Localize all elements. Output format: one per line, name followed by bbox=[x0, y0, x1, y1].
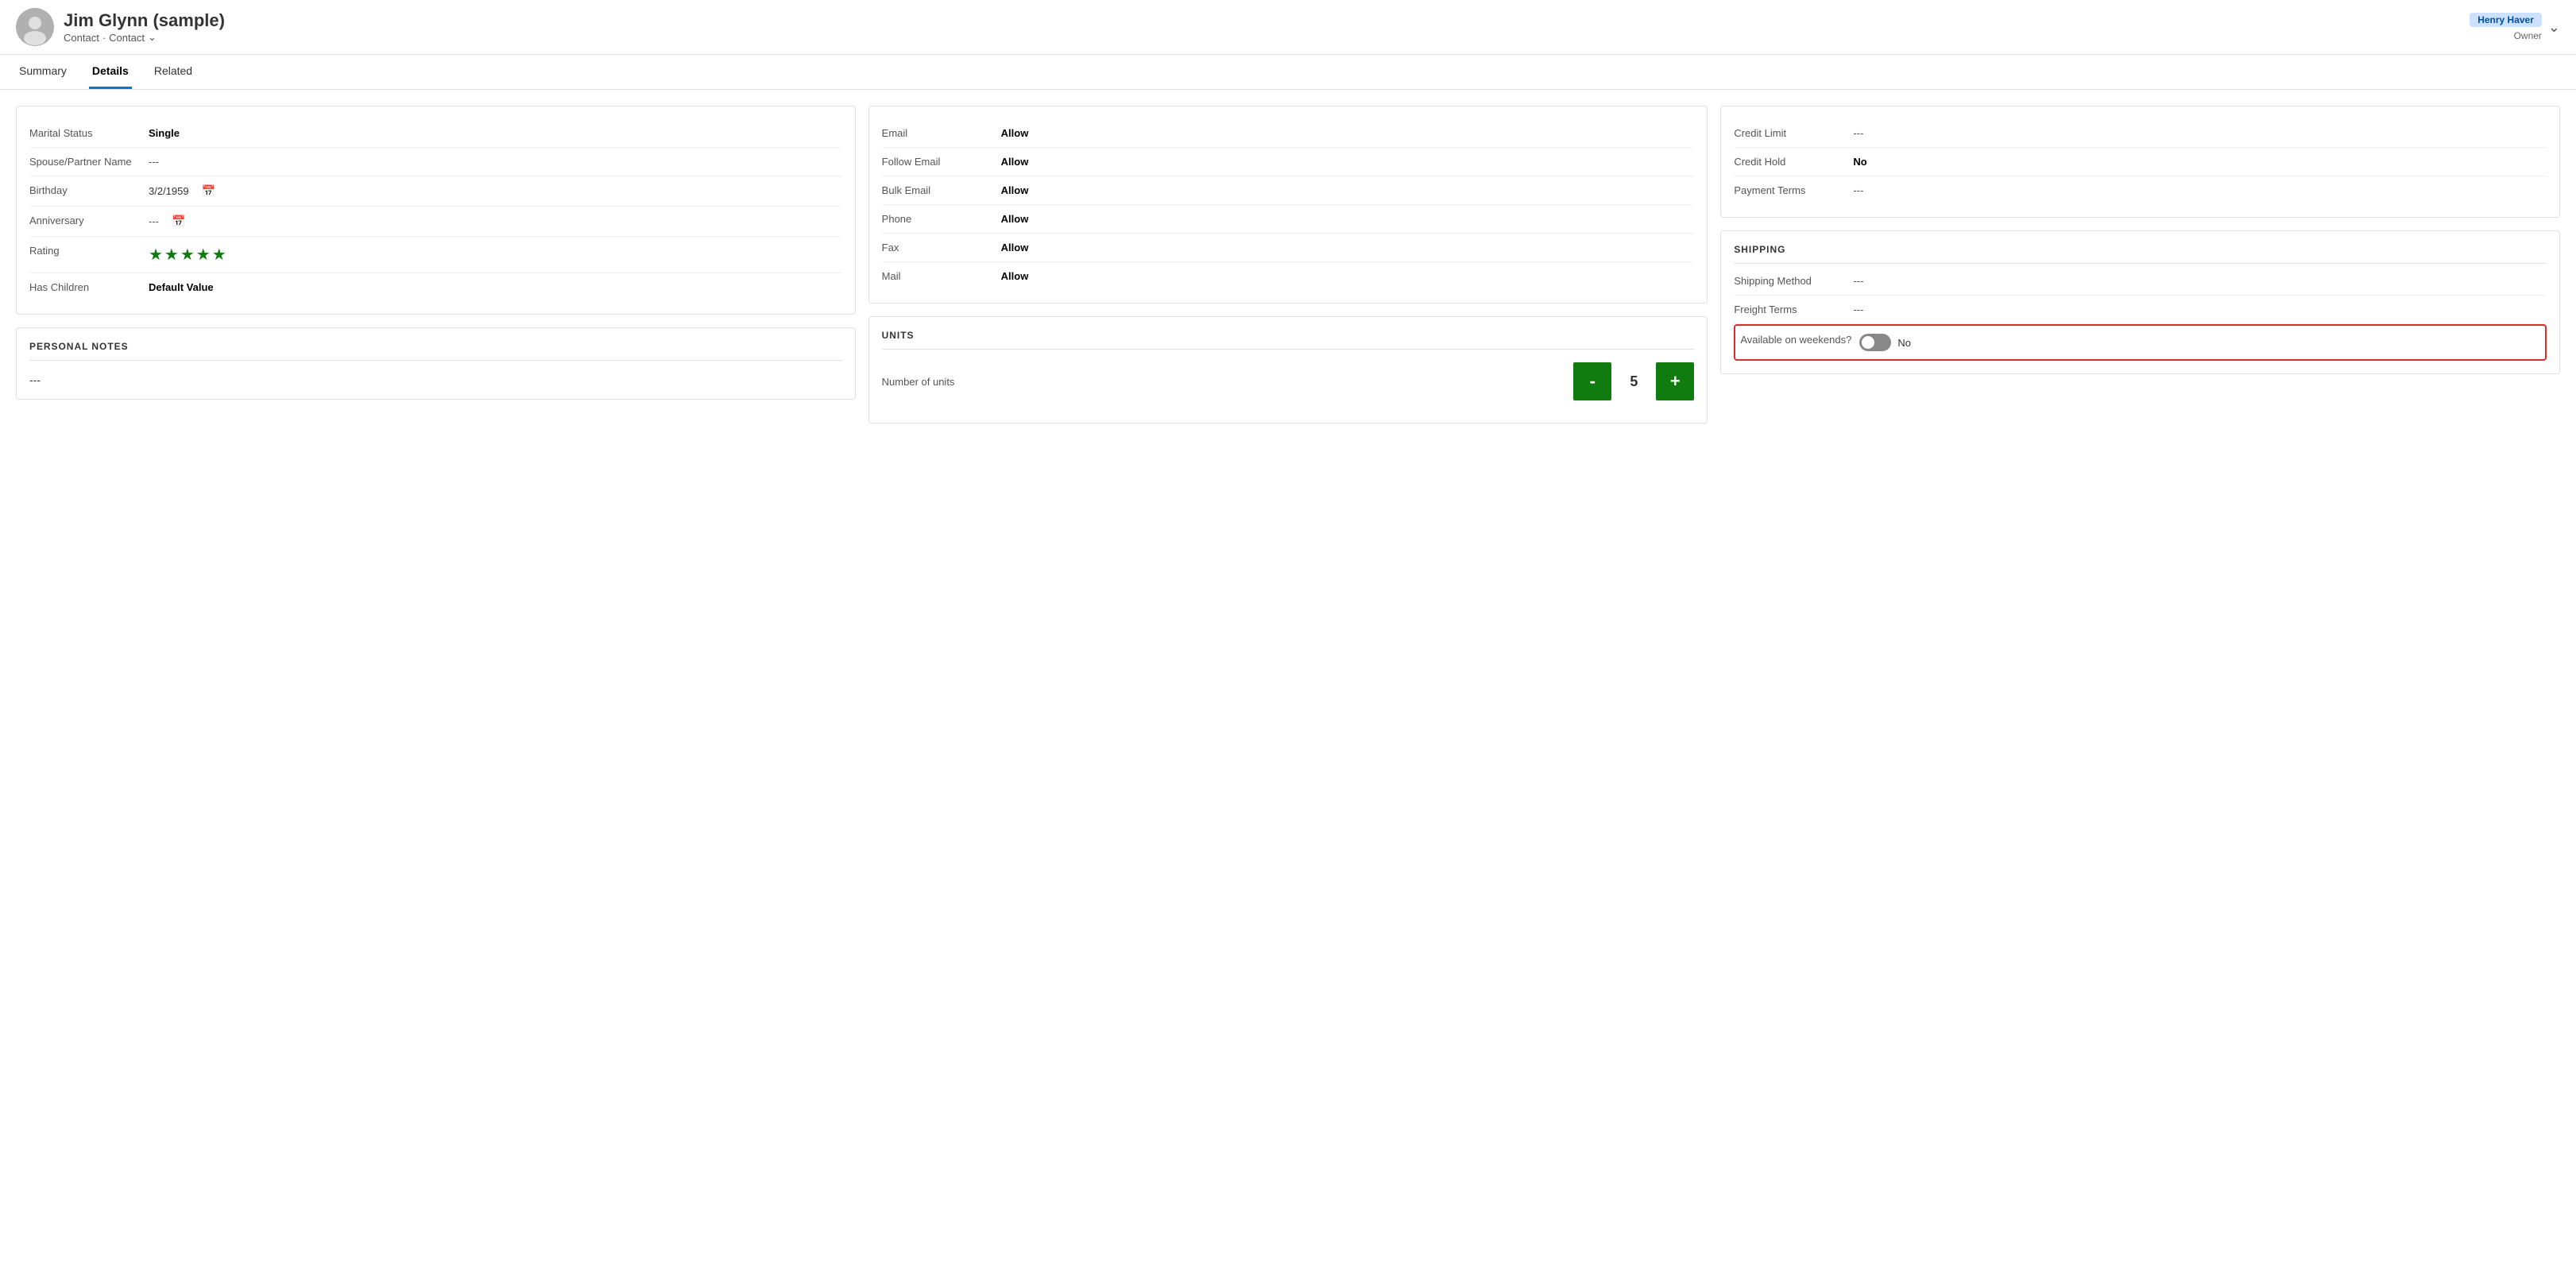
personal-notes-title: PERSONAL NOTES bbox=[29, 341, 842, 361]
email-label: Email bbox=[882, 127, 1001, 139]
email-value: Allow bbox=[1001, 127, 1695, 139]
tab-related[interactable]: Related bbox=[151, 55, 195, 89]
birthday-calendar-icon[interactable]: 📅 bbox=[202, 184, 215, 198]
marital-status-value: Single bbox=[149, 127, 842, 139]
bulk-email-label: Bulk Email bbox=[882, 184, 1001, 196]
rating-stars: ★★★★★ bbox=[149, 245, 842, 265]
increment-button[interactable]: + bbox=[1656, 362, 1694, 400]
anniversary-value: --- 📅 bbox=[149, 215, 842, 228]
field-anniversary: Anniversary --- 📅 bbox=[29, 207, 842, 237]
shipping-method-label: Shipping Method bbox=[1734, 275, 1853, 287]
field-available-weekends: Available on weekends? No bbox=[1734, 324, 2547, 361]
owner-label: Owner bbox=[2514, 30, 2542, 41]
units-title: Units bbox=[882, 330, 1695, 350]
field-marital-status: Marital Status Single bbox=[29, 119, 842, 148]
field-follow-email: Follow Email Allow bbox=[882, 148, 1695, 176]
field-bulk-email: Bulk Email Allow bbox=[882, 176, 1695, 205]
follow-email-label: Follow Email bbox=[882, 156, 1001, 168]
available-weekends-value: No bbox=[1859, 334, 2540, 351]
marital-status-label: Marital Status bbox=[29, 127, 149, 139]
field-mail: Mail Allow bbox=[882, 262, 1695, 290]
contact-type-2[interactable]: Contact bbox=[109, 32, 145, 44]
billing-card: Credit Limit --- Credit Hold No Payment … bbox=[1720, 106, 2560, 218]
payment-terms-value: --- bbox=[1853, 184, 2547, 196]
credit-limit-value: --- bbox=[1853, 127, 2547, 139]
follow-email-value: Allow bbox=[1001, 156, 1695, 168]
type-chevron-icon[interactable]: ⌄ bbox=[148, 31, 157, 44]
field-email: Email Allow bbox=[882, 119, 1695, 148]
phone-value: Allow bbox=[1001, 213, 1695, 225]
personal-notes-card: PERSONAL NOTES --- bbox=[16, 327, 856, 400]
credit-hold-value: No bbox=[1853, 156, 2547, 168]
credit-limit-label: Credit Limit bbox=[1734, 127, 1853, 139]
header-chevron-icon[interactable]: ⌄ bbox=[2548, 19, 2560, 36]
field-credit-limit: Credit Limit --- bbox=[1734, 119, 2547, 148]
column-2: Email Allow Follow Email Allow Bulk Emai… bbox=[868, 106, 1708, 424]
mail-value: Allow bbox=[1001, 270, 1695, 282]
weekend-toggle-label: No bbox=[1897, 337, 1911, 349]
units-label: Number of units bbox=[882, 376, 1574, 388]
birthday-value: 3/2/1959 📅 bbox=[149, 184, 842, 198]
header-right: Henry Haver Owner bbox=[2470, 13, 2542, 41]
credit-hold-label: Credit Hold bbox=[1734, 156, 1853, 168]
main-content: Marital Status Single Spouse/Partner Nam… bbox=[0, 90, 2576, 439]
field-payment-terms: Payment Terms --- bbox=[1734, 176, 2547, 204]
field-freight-terms: Freight Terms --- bbox=[1734, 296, 2547, 324]
shipping-method-value: --- bbox=[1853, 275, 2547, 287]
anniversary-label: Anniversary bbox=[29, 215, 149, 226]
contact-type: Contact · Contact ⌄ bbox=[64, 31, 2470, 44]
field-has-children: Has Children Default Value bbox=[29, 273, 842, 301]
field-phone: Phone Allow bbox=[882, 205, 1695, 234]
units-card: Units Number of units - 5 + bbox=[868, 316, 1708, 424]
units-stepper-row: Number of units - 5 + bbox=[882, 353, 1695, 410]
decrement-button[interactable]: - bbox=[1573, 362, 1611, 400]
fax-label: Fax bbox=[882, 242, 1001, 253]
header: Jim Glynn (sample) Contact · Contact ⌄ H… bbox=[0, 0, 2576, 55]
weekend-toggle[interactable] bbox=[1859, 334, 1891, 351]
column-3: Credit Limit --- Credit Hold No Payment … bbox=[1720, 106, 2560, 374]
spouse-name-value: --- bbox=[149, 156, 842, 168]
freight-terms-label: Freight Terms bbox=[1734, 304, 1853, 315]
field-fax: Fax Allow bbox=[882, 234, 1695, 262]
owner-badge: Henry Haver bbox=[2470, 13, 2542, 27]
shipping-card: SHIPPING Shipping Method --- Freight Ter… bbox=[1720, 230, 2560, 374]
available-weekends-label: Available on weekends? bbox=[1740, 334, 1859, 346]
header-info: Jim Glynn (sample) Contact · Contact ⌄ bbox=[64, 10, 2470, 44]
payment-terms-label: Payment Terms bbox=[1734, 184, 1853, 196]
field-credit-hold: Credit Hold No bbox=[1734, 148, 2547, 176]
tab-details[interactable]: Details bbox=[89, 55, 132, 89]
column-1: Marital Status Single Spouse/Partner Nam… bbox=[16, 106, 856, 400]
toggle-wrapper: No bbox=[1859, 334, 2540, 351]
personal-info-card: Marital Status Single Spouse/Partner Nam… bbox=[16, 106, 856, 315]
spouse-name-label: Spouse/Partner Name bbox=[29, 156, 149, 168]
rating-label: Rating bbox=[29, 245, 149, 257]
birthday-date: 3/2/1959 bbox=[149, 185, 189, 197]
field-birthday: Birthday 3/2/1959 📅 bbox=[29, 176, 842, 207]
tab-summary[interactable]: Summary bbox=[16, 55, 70, 89]
has-children-value: Default Value bbox=[149, 281, 842, 293]
has-children-label: Has Children bbox=[29, 281, 149, 293]
field-shipping-method: Shipping Method --- bbox=[1734, 267, 2547, 296]
contact-name: Jim Glynn (sample) bbox=[64, 10, 2470, 31]
anniversary-date: --- bbox=[149, 215, 159, 227]
freight-terms-value: --- bbox=[1853, 304, 2547, 315]
contact-type-1[interactable]: Contact bbox=[64, 32, 99, 44]
bulk-email-value: Allow bbox=[1001, 184, 1695, 196]
contact-preferences-card: Email Allow Follow Email Allow Bulk Emai… bbox=[868, 106, 1708, 304]
shipping-title: SHIPPING bbox=[1734, 244, 2547, 264]
tab-bar: Summary Details Related bbox=[0, 55, 2576, 90]
field-rating: Rating ★★★★★ bbox=[29, 237, 842, 273]
personal-notes-value: --- bbox=[29, 364, 842, 386]
anniversary-calendar-icon[interactable]: 📅 bbox=[172, 215, 185, 228]
fax-value: Allow bbox=[1001, 242, 1695, 253]
avatar bbox=[16, 8, 54, 46]
field-spouse-name: Spouse/Partner Name --- bbox=[29, 148, 842, 176]
stepper-controls: - 5 + bbox=[1573, 362, 1694, 400]
toggle-slider bbox=[1859, 334, 1891, 351]
phone-label: Phone bbox=[882, 213, 1001, 225]
mail-label: Mail bbox=[882, 270, 1001, 282]
units-value: 5 bbox=[1621, 373, 1646, 390]
birthday-label: Birthday bbox=[29, 184, 149, 196]
